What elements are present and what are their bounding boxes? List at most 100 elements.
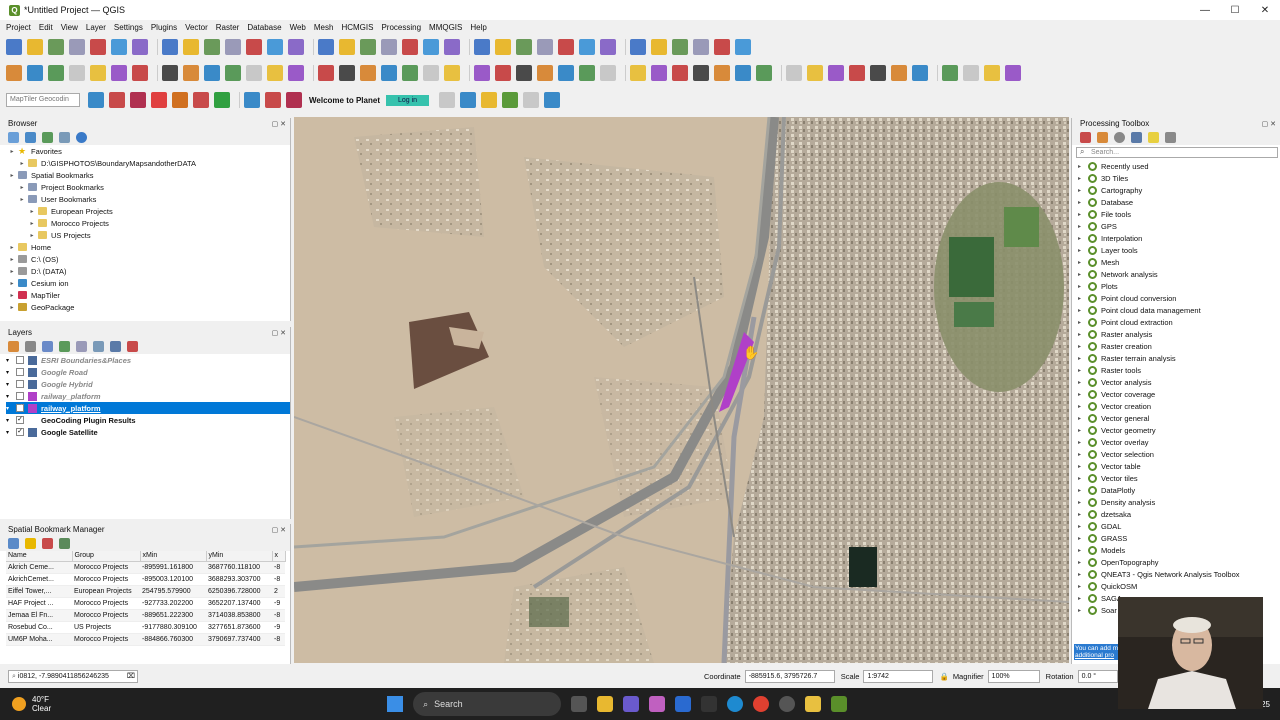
edit-tool-44-icon[interactable]: [963, 64, 979, 81]
filter-icon[interactable]: [42, 131, 53, 143]
toolbox-provider[interactable]: ▸ Point cloud extraction: [1072, 316, 1280, 328]
layer-item[interactable]: ▾ ✓ GeoCoding Plugin Results: [6, 414, 290, 426]
edit-tool-9-icon[interactable]: [183, 64, 199, 81]
plugin-tool-1-icon[interactable]: [88, 92, 104, 108]
toolbox-provider[interactable]: ▸ DataPlotly: [1072, 484, 1280, 496]
edit-tool-7-icon[interactable]: [132, 64, 148, 81]
minimize-button[interactable]: —: [1190, 0, 1220, 20]
maximize-button[interactable]: ☐: [1220, 0, 1250, 20]
edit-tool-14-icon[interactable]: [288, 64, 304, 81]
plugin-tool-6-icon[interactable]: [193, 92, 209, 108]
toolbox-provider[interactable]: ▸ GPS: [1072, 220, 1280, 232]
edit-tool-34-icon[interactable]: [735, 64, 751, 81]
column-header[interactable]: yMin: [206, 551, 273, 562]
menu-project[interactable]: Project: [6, 23, 31, 32]
style-icon[interactable]: [8, 340, 19, 352]
toolbox-provider[interactable]: ▸ QNEAT3 - Qgis Network Analysis Toolbox: [1072, 568, 1280, 580]
expand-arrow-icon[interactable]: ▸: [1078, 379, 1088, 386]
scripts-icon[interactable]: [1097, 131, 1108, 143]
expand-arrow-icon[interactable]: ▸: [1078, 319, 1088, 326]
plugin2-tool-3-icon[interactable]: [481, 92, 498, 108]
expand-arrow-icon[interactable]: ▸: [1078, 247, 1088, 254]
edit-tool-46-icon[interactable]: [1005, 64, 1021, 81]
expression-icon[interactable]: [76, 340, 87, 352]
layer-visibility-checkbox[interactable]: [16, 392, 24, 400]
expand-arrow-icon[interactable]: ▾: [6, 405, 14, 412]
expand-arrow-icon[interactable]: ▸: [1078, 607, 1088, 614]
expand-arrow-icon[interactable]: ▾: [6, 393, 14, 400]
edit-tool-19-icon[interactable]: [402, 64, 418, 81]
expand-arrow-icon[interactable]: ▾: [6, 369, 14, 376]
expand-arrow-icon[interactable]: ▸: [18, 196, 26, 203]
main-tool-20-icon[interactable]: [423, 39, 439, 55]
table-row[interactable]: HAF Project ... Morocco Projects -927733.2…: [6, 597, 285, 610]
browser-item[interactable]: ▸ Spatial Bookmarks: [8, 169, 290, 181]
layer-visibility-checkbox[interactable]: ✓: [16, 428, 24, 436]
expand-arrow-icon[interactable]: ▸: [1078, 463, 1088, 470]
menu-plugins[interactable]: Plugins: [151, 23, 177, 32]
main-tool-31-icon[interactable]: [672, 39, 688, 55]
plugin-tool-10-icon[interactable]: [286, 92, 302, 108]
github-icon[interactable]: [779, 696, 796, 712]
plugin2-tool-6-icon[interactable]: [544, 92, 561, 108]
expand-arrow-icon[interactable]: ▸: [8, 148, 16, 155]
toolbox-provider[interactable]: ▸ Plots: [1072, 280, 1280, 292]
main-tool-33-icon[interactable]: [714, 39, 730, 55]
toolbox-provider[interactable]: ▸ Vector creation: [1072, 400, 1280, 412]
planet-login-button[interactable]: Log in: [385, 94, 430, 106]
browser-item[interactable]: ▸ D:\GISPHOTOS\BoundaryMapsandotherDATA: [8, 157, 290, 169]
edit-tool-12-icon[interactable]: [246, 64, 262, 81]
refresh-icon[interactable]: [25, 131, 36, 143]
toolbox-provider[interactable]: ▸ Point cloud data management: [1072, 304, 1280, 316]
expand-arrow-icon[interactable]: ▸: [1078, 583, 1088, 590]
edit-features-icon[interactable]: [1148, 131, 1159, 143]
browser-item[interactable]: ▸ C:\ (OS): [8, 253, 290, 265]
toolbox-provider[interactable]: ▸ Raster tools: [1072, 364, 1280, 376]
column-header[interactable]: x: [272, 551, 286, 562]
teams-icon[interactable]: [623, 696, 640, 712]
expand-arrow-icon[interactable]: ▸: [1078, 475, 1088, 482]
edit-tool-5-icon[interactable]: [90, 64, 106, 81]
main-tool-28-icon[interactable]: [600, 39, 616, 55]
toolbox-provider[interactable]: ▸ Mesh: [1072, 256, 1280, 268]
panel-close-icon[interactable]: ▢ ✕: [272, 119, 286, 130]
browser-item[interactable]: ▸ Project Bookmarks: [8, 181, 290, 193]
main-tool-32-icon[interactable]: [693, 39, 709, 55]
outlook-icon[interactable]: [675, 696, 692, 712]
expand-arrow-icon[interactable]: ▸: [1078, 559, 1088, 566]
expand-arrow-icon[interactable]: ▸: [1078, 199, 1088, 206]
main-tool-13-icon[interactable]: [267, 39, 283, 55]
maptiler-geocoder-input[interactable]: MapTiler Geocodin: [6, 93, 80, 107]
panel-close-icon[interactable]: ▢ ✕: [272, 328, 286, 339]
table-row[interactable]: Akrich Ceme... Morocco Projects -895991.16…: [6, 561, 285, 574]
browser-item[interactable]: ▸ European Projects: [8, 205, 290, 217]
menu-edit[interactable]: Edit: [39, 23, 53, 32]
delete-bookmark-icon[interactable]: [42, 537, 53, 549]
edit-tool-37-icon[interactable]: [807, 64, 823, 81]
browser-item[interactable]: ▸ US Projects: [8, 229, 290, 241]
expand-arrow-icon[interactable]: ▸: [1078, 487, 1088, 494]
plugin-tool-3-icon[interactable]: [130, 92, 146, 108]
edit-tool-31-icon[interactable]: [672, 64, 688, 81]
toolbox-provider[interactable]: ▸ 3D Tiles: [1072, 172, 1280, 184]
main-tool-3-icon[interactable]: [48, 39, 64, 55]
menu-vector[interactable]: Vector: [185, 23, 208, 32]
expand-arrow-icon[interactable]: ▸: [1078, 499, 1088, 506]
info-icon[interactable]: [76, 131, 87, 143]
edit-tool-1-icon[interactable]: [6, 64, 22, 81]
edit-tool-30-icon[interactable]: [651, 64, 667, 81]
main-tool-11-icon[interactable]: [225, 39, 241, 55]
main-tool-27-icon[interactable]: [579, 39, 595, 55]
edit-tool-29-icon[interactable]: [630, 64, 646, 81]
edit-tool-26-icon[interactable]: [558, 64, 574, 81]
add-icon[interactable]: [8, 131, 19, 143]
edit-tool-13-icon[interactable]: [267, 64, 283, 81]
expand-arrow-icon[interactable]: ▸: [1078, 439, 1088, 446]
expand-arrow-icon[interactable]: ▸: [1078, 223, 1088, 230]
edit-tool-41-icon[interactable]: [891, 64, 907, 81]
expand-arrow-icon[interactable]: ▸: [1078, 211, 1088, 218]
start-button[interactable]: [387, 696, 404, 712]
expand-arrow-icon[interactable]: ▸: [1078, 331, 1088, 338]
visibility-icon[interactable]: [42, 340, 53, 352]
toolbox-provider[interactable]: ▸ Models: [1072, 544, 1280, 556]
